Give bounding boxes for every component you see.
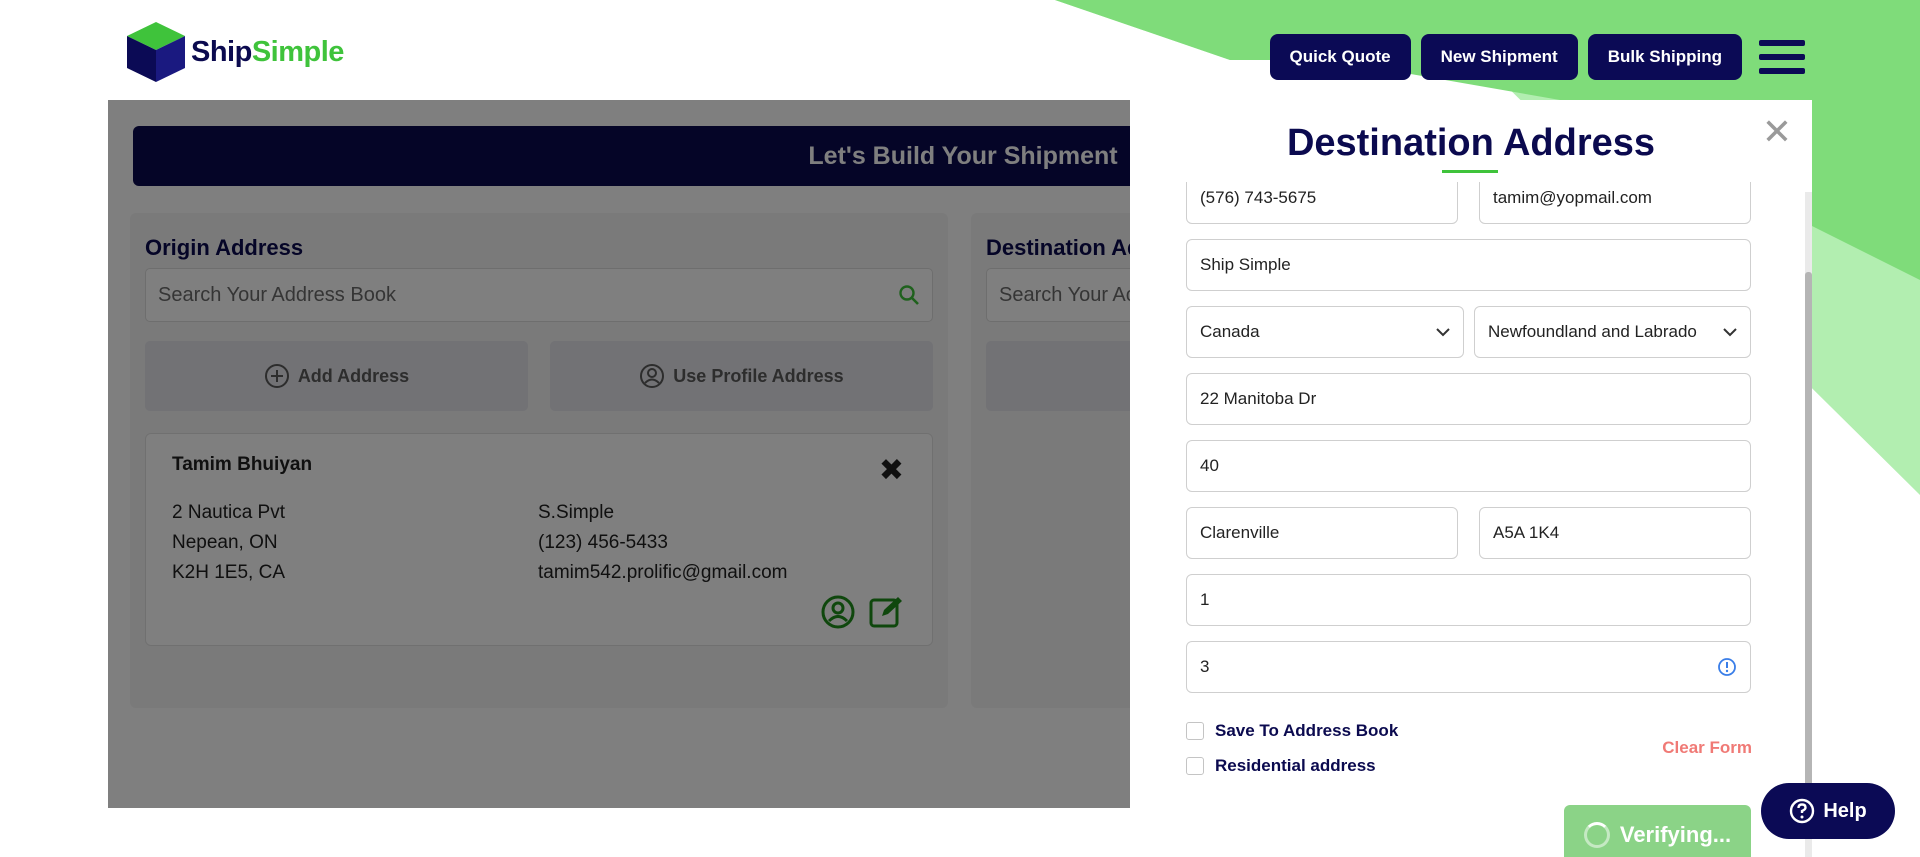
- company-field[interactable]: Ship Simple: [1186, 239, 1751, 291]
- destination-form: (576) 743-5675 tamim@yopmail.com Ship Si…: [1186, 182, 1751, 742]
- address1-value: 22 Manitoba Dr: [1200, 389, 1317, 408]
- spinner-icon: [1583, 822, 1610, 848]
- phone-value: (576) 743-5675: [1200, 188, 1317, 207]
- logo[interactable]: ShipSimple: [125, 20, 344, 84]
- chevron-down-icon: [1723, 327, 1737, 336]
- residential-address-checkbox[interactable]: [1186, 757, 1204, 775]
- header: ShipSimple Quick Quote New Shipment Bulk…: [0, 0, 1920, 100]
- address2-value: 40: [1200, 456, 1219, 475]
- help-button[interactable]: Help: [1761, 783, 1895, 839]
- verifying-button[interactable]: Verifying...: [1564, 805, 1751, 857]
- city-value: Clarenville: [1200, 523, 1280, 542]
- residential-address-label: Residential address: [1215, 756, 1376, 775]
- question-circle-icon: [1790, 798, 1815, 824]
- country-value: Canada: [1200, 322, 1260, 341]
- bulk-shipping-button[interactable]: Bulk Shipping: [1587, 34, 1742, 80]
- province-value: Newfoundland and Labrado: [1488, 322, 1697, 341]
- hamburger-icon[interactable]: [1759, 40, 1805, 74]
- country-select[interactable]: Canada: [1186, 306, 1464, 358]
- logo-text-ship: Ship: [191, 35, 252, 68]
- field-a-value: 1: [1200, 590, 1210, 609]
- verifying-label: Verifying...: [1619, 822, 1732, 847]
- address2-field[interactable]: 40: [1186, 440, 1751, 492]
- save-to-address-book-label: Save To Address Book: [1215, 721, 1399, 740]
- modal-scrollbar[interactable]: [1805, 192, 1812, 857]
- nav-buttons: Quick Quote New Shipment Bulk Shipping: [1269, 34, 1742, 80]
- postal-code-field[interactable]: A5A 1K4: [1479, 507, 1751, 559]
- title-underline: [1442, 170, 1498, 173]
- company-value: Ship Simple: [1200, 255, 1291, 274]
- field-b-value: 3: [1200, 657, 1210, 676]
- email-value: tamim@yopmail.com: [1493, 188, 1652, 207]
- help-label: Help: [1823, 799, 1867, 822]
- cube-logo-icon: [127, 22, 185, 82]
- clear-form-link[interactable]: Clear Form: [1662, 738, 1752, 758]
- postal-code-value: A5A 1K4: [1493, 523, 1560, 542]
- field-b[interactable]: 3: [1186, 641, 1751, 693]
- phone-field[interactable]: (576) 743-5675: [1186, 182, 1458, 224]
- close-icon[interactable]: ✕: [1762, 114, 1792, 150]
- field-a[interactable]: 1: [1186, 574, 1751, 626]
- chevron-down-icon: [1436, 327, 1450, 336]
- province-select[interactable]: Newfoundland and Labrado: [1474, 306, 1751, 358]
- residential-address-row[interactable]: Residential address: [1186, 756, 1376, 776]
- destination-address-modal: Destination Address ✕ (576) 743-5675 tam…: [1130, 100, 1812, 857]
- address1-field[interactable]: 22 Manitoba Dr: [1186, 373, 1751, 425]
- save-to-address-book-checkbox[interactable]: [1186, 722, 1204, 740]
- logo-text-simple: Simple: [251, 35, 345, 68]
- info-alert-icon[interactable]: [1717, 657, 1737, 677]
- new-shipment-button[interactable]: New Shipment: [1420, 34, 1578, 80]
- city-field[interactable]: Clarenville: [1186, 507, 1458, 559]
- modal-title: Destination Address: [1286, 122, 1656, 164]
- save-to-address-book-row[interactable]: Save To Address Book: [1186, 721, 1398, 741]
- quick-quote-button[interactable]: Quick Quote: [1269, 34, 1411, 80]
- logo-text: ShipSimple: [191, 36, 344, 69]
- email-field[interactable]: tamim@yopmail.com: [1479, 182, 1751, 224]
- scroll-thumb[interactable]: [1805, 272, 1812, 832]
